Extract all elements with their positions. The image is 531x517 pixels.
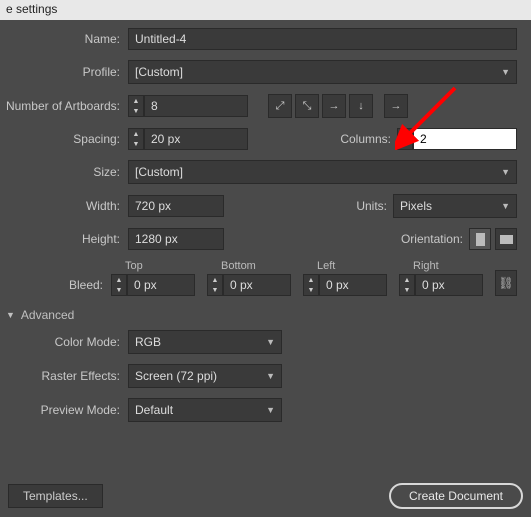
raster-label: Raster Effects: [0,369,128,383]
bleed-bottom-input[interactable] [223,274,291,296]
stepper-down-icon[interactable]: ▼ [129,106,143,116]
rtl-icon[interactable]: → [384,94,408,118]
grid-by-col-icon[interactable]: ⤡ [295,94,319,118]
size-select[interactable]: [Custom] ▼ [128,160,517,184]
stepper-down-icon[interactable]: ▼ [129,139,143,149]
orientation-portrait[interactable] [469,228,491,250]
width-input[interactable] [128,195,224,217]
units-value: Pixels [400,199,432,213]
units-label: Units: [317,199,393,213]
spacing-input[interactable] [144,128,248,150]
bleed-left-stepper[interactable]: ▲▼ [303,274,387,296]
orientation-label: Orientation: [373,232,469,246]
stepper-up-icon[interactable]: ▲ [398,129,412,139]
chevron-down-icon: ▼ [501,67,510,77]
grid-by-row-icon[interactable]: ⤢ [268,94,292,118]
profile-label: Profile: [0,65,128,79]
bleed-bottom-label: Bottom [207,260,291,272]
preview-select[interactable]: Default ▼ [128,398,282,422]
bleed-label: Bleed: [0,278,111,292]
bleed-top-input[interactable] [127,274,195,296]
bleed-top-stepper[interactable]: ▲▼ [111,274,195,296]
bleed-left-input[interactable] [319,274,387,296]
advanced-label: Advanced [21,308,74,322]
colormode-select[interactable]: RGB ▼ [128,330,282,354]
bleed-left-label: Left [303,260,387,272]
create-document-button[interactable]: Create Document [389,483,523,509]
artboards-input[interactable] [144,95,248,117]
profile-select[interactable]: [Custom] ▼ [128,60,517,84]
spacing-stepper[interactable]: ▲▼ [128,128,248,150]
raster-select[interactable]: Screen (72 ppi) ▼ [128,364,282,388]
artboards-stepper[interactable]: ▲▼ [128,95,248,117]
window-title: e settings [0,0,531,20]
stepper-up-icon[interactable]: ▲ [129,96,143,106]
preview-value: Default [135,403,173,417]
name-input[interactable] [128,28,517,50]
bleed-right-stepper[interactable]: ▲▼ [399,274,483,296]
bleed-right-input[interactable] [415,274,483,296]
bleed-bottom-stepper[interactable]: ▲▼ [207,274,291,296]
height-input[interactable] [128,228,224,250]
templates-button[interactable]: Templates... [8,484,103,508]
units-select[interactable]: Pixels ▼ [393,194,517,218]
artboards-label: Number of Artboards: [0,99,128,113]
size-value: [Custom] [135,165,183,179]
disclosure-triangle-icon: ▼ [6,310,15,320]
columns-stepper[interactable]: ▲▼ [397,128,517,150]
size-label: Size: [0,165,128,179]
bleed-top-label: Top [111,260,195,272]
raster-value: Screen (72 ppi) [135,369,217,383]
preview-label: Preview Mode: [0,403,128,417]
chevron-down-icon: ▼ [501,201,510,211]
spacing-label: Spacing: [0,132,128,146]
colormode-value: RGB [135,335,161,349]
link-bleed-icon[interactable]: ⛓ [495,270,517,296]
width-label: Width: [0,199,128,213]
bleed-right-label: Right [399,260,483,272]
stepper-up-icon[interactable]: ▲ [129,129,143,139]
name-label: Name: [0,32,128,46]
columns-label: Columns: [321,132,397,146]
advanced-toggle[interactable]: ▼ Advanced [6,308,517,322]
chevron-down-icon: ▼ [266,371,275,381]
chevron-down-icon: ▼ [501,167,510,177]
arrange-row-icon[interactable]: → [322,94,346,118]
chevron-down-icon: ▼ [266,337,275,347]
height-label: Height: [0,232,128,246]
colormode-label: Color Mode: [0,335,128,349]
chevron-down-icon: ▼ [266,405,275,415]
profile-value: [Custom] [135,65,183,79]
arrange-col-icon[interactable]: ↓ [349,94,373,118]
stepper-down-icon[interactable]: ▼ [398,139,412,149]
columns-input[interactable] [413,128,517,150]
orientation-landscape[interactable] [495,228,517,250]
